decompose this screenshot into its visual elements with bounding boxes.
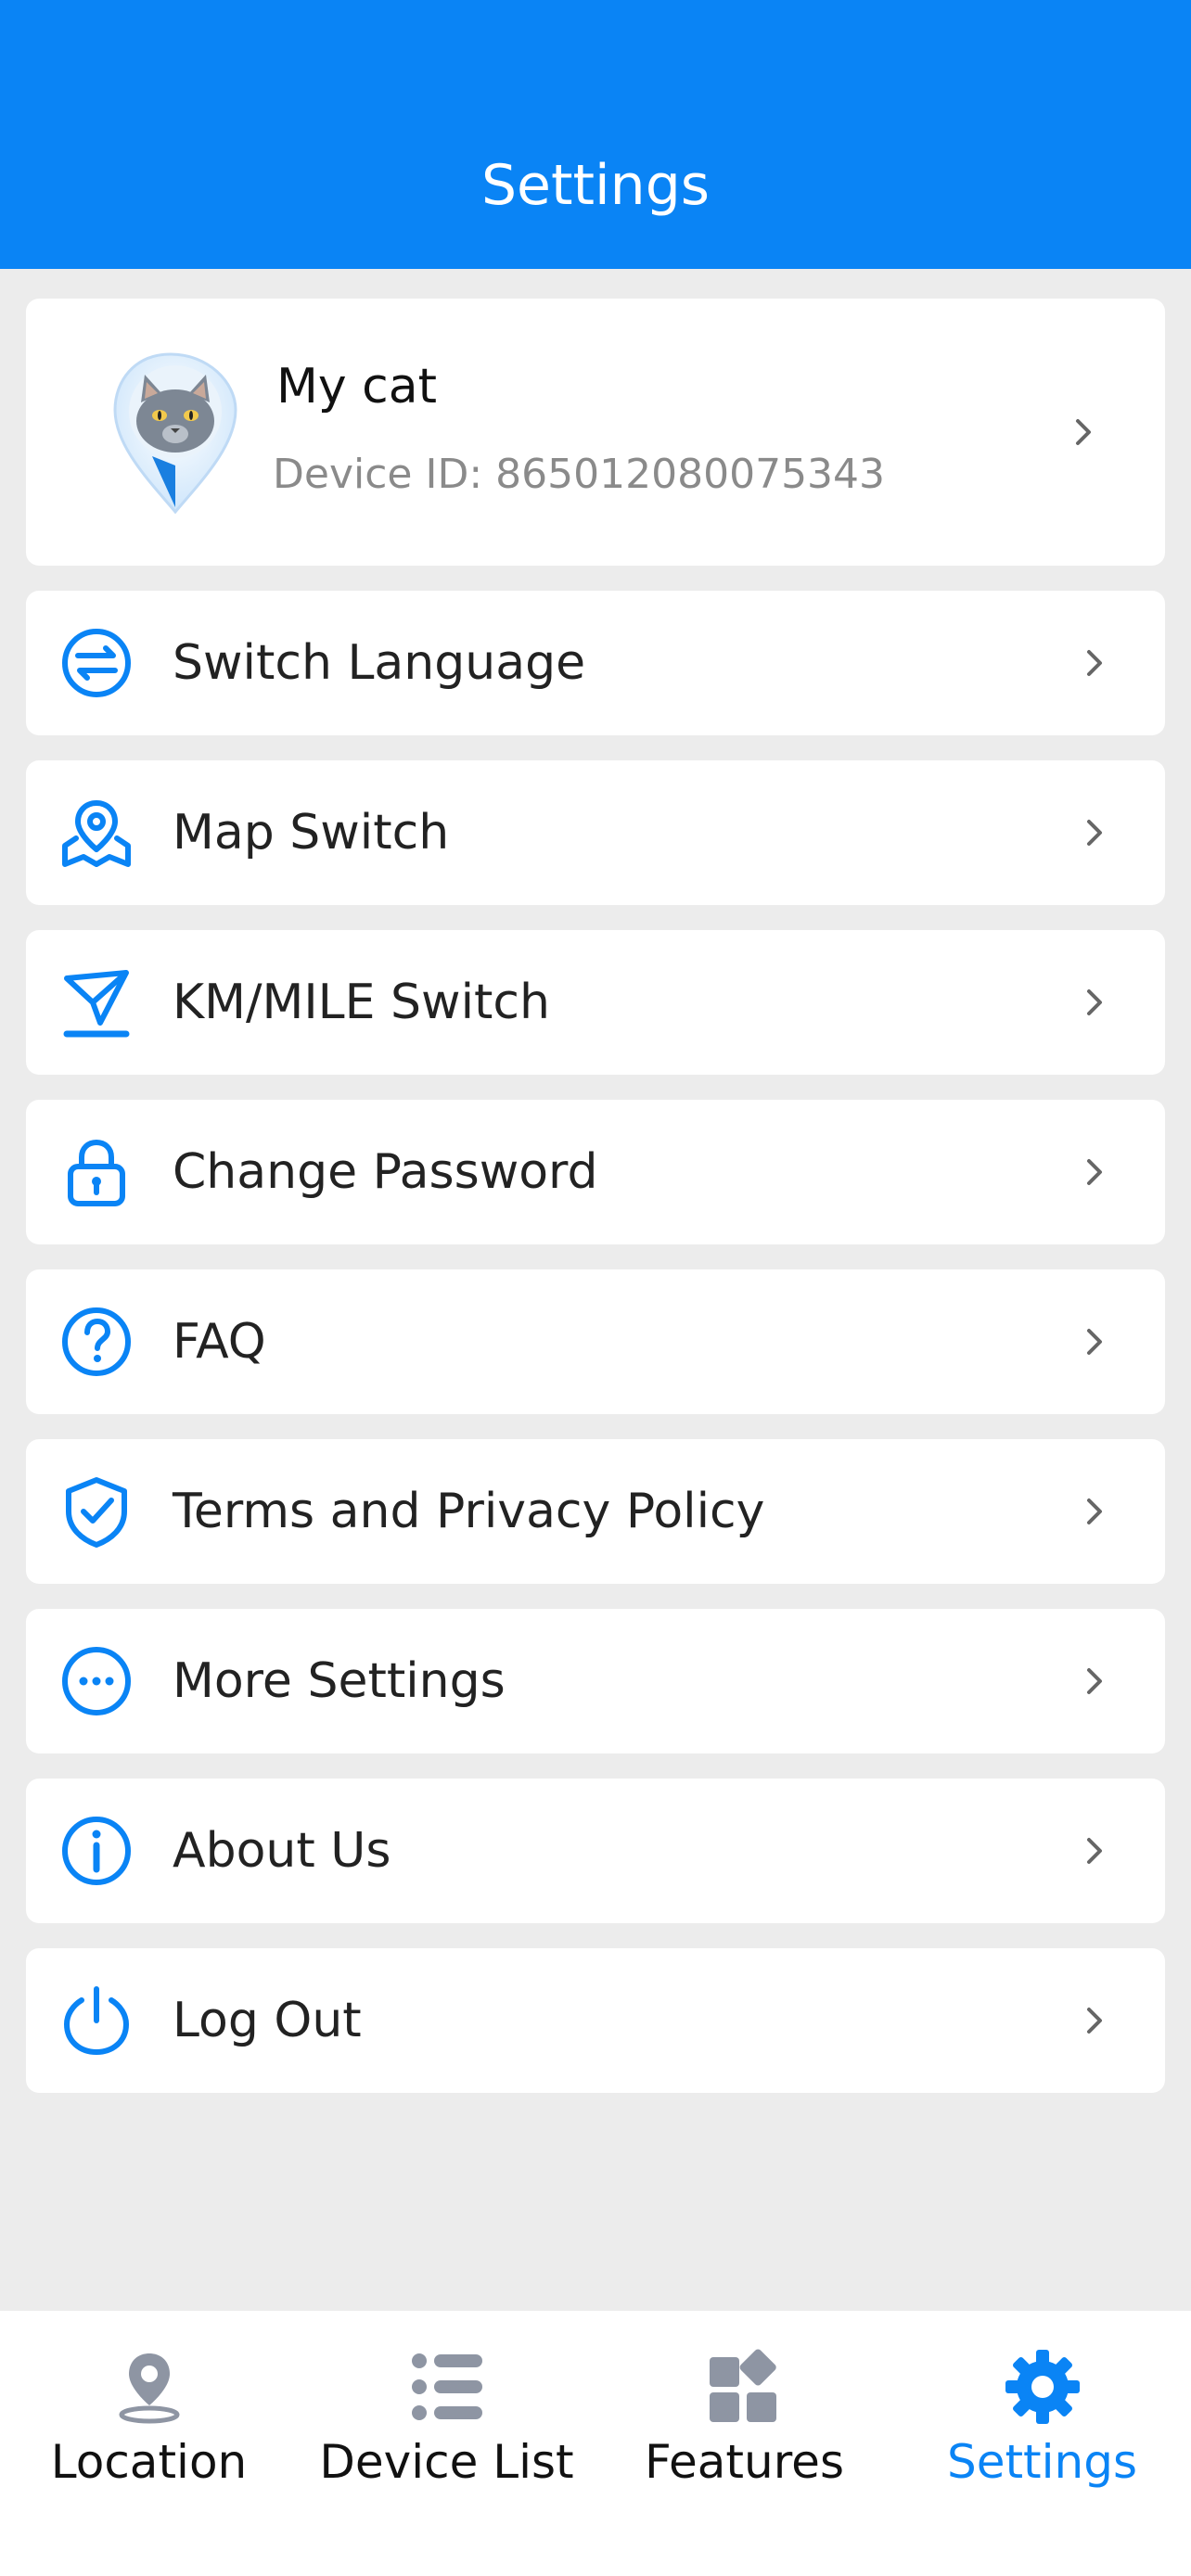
info-icon: [62, 1817, 131, 1885]
chevron-right-icon: [1087, 650, 1102, 676]
menu-item-switch-language[interactable]: Switch Language: [26, 591, 1165, 735]
chevron-right-icon: [1087, 1329, 1102, 1355]
bottom-tab-bar: Location Device List Features Settings: [0, 2311, 1191, 2576]
menu-item-log-out[interactable]: Log Out: [26, 1948, 1165, 2093]
chevron-right-icon: [1087, 1498, 1102, 1524]
device-name: My cat: [276, 359, 438, 414]
tab-label: Device List: [319, 2435, 574, 2489]
shield-check-icon: [66, 1477, 127, 1548]
chevron-right-icon: [1087, 1838, 1102, 1864]
menu-label: FAQ: [173, 1314, 266, 1370]
tab-location[interactable]: Location: [0, 2311, 298, 2576]
menu-label: Switch Language: [173, 635, 586, 691]
tab-label: Features: [645, 2435, 844, 2489]
menu-label: Map Switch: [173, 805, 450, 861]
menu-label: More Settings: [173, 1653, 506, 1709]
tab-device-list[interactable]: Device List: [298, 2311, 596, 2576]
chevron-right-icon: [1087, 1668, 1102, 1694]
tab-settings[interactable]: Settings: [893, 2311, 1191, 2576]
tab-label: Location: [50, 2435, 248, 2489]
menu-item-more-settings[interactable]: More Settings: [26, 1609, 1165, 1753]
menu-label: About Us: [173, 1823, 391, 1879]
question-icon: [62, 1307, 131, 1376]
chevron-right-icon: [1087, 2008, 1102, 2034]
page-title: Settings: [480, 153, 711, 218]
map-pin-icon: [62, 800, 131, 867]
menu-label: Terms and Privacy Policy: [173, 1484, 765, 1539]
menu-item-faq[interactable]: FAQ: [26, 1269, 1165, 1414]
more-icon: [62, 1647, 131, 1715]
distance-icon: [63, 970, 130, 1038]
chevron-right-icon: [1087, 989, 1102, 1015]
device-id: Device ID: 865012080075343: [273, 451, 886, 498]
chevron-right-icon: [1076, 419, 1091, 445]
cat-avatar-icon: [113, 352, 237, 515]
grid-icon: [709, 2349, 776, 2422]
device-card[interactable]: My cat Device ID: 865012080075343: [26, 299, 1165, 566]
menu-item-km-mile-switch[interactable]: KM/MILE Switch: [26, 930, 1165, 1075]
menu-label: Log Out: [173, 1993, 362, 2048]
menu-label: Change Password: [173, 1144, 598, 1200]
menu-item-change-password[interactable]: Change Password: [26, 1100, 1165, 1244]
lock-icon: [68, 1139, 125, 1206]
header-bar: Settings: [0, 0, 1191, 269]
menu-item-map-switch[interactable]: Map Switch: [26, 760, 1165, 905]
gear-icon: [1005, 2350, 1080, 2424]
language-switch-icon: [62, 629, 131, 697]
chevron-right-icon: [1087, 820, 1102, 846]
menu-item-about-us[interactable]: About Us: [26, 1779, 1165, 1923]
chevron-right-icon: [1087, 1159, 1102, 1185]
menu-label: KM/MILE Switch: [173, 975, 550, 1030]
power-icon: [63, 1986, 130, 2056]
menu-item-terms-privacy[interactable]: Terms and Privacy Policy: [26, 1439, 1165, 1584]
location-pin-icon: [119, 2353, 179, 2424]
tab-label: Settings: [946, 2435, 1138, 2489]
list-icon: [411, 2353, 482, 2420]
tab-features[interactable]: Features: [596, 2311, 893, 2576]
